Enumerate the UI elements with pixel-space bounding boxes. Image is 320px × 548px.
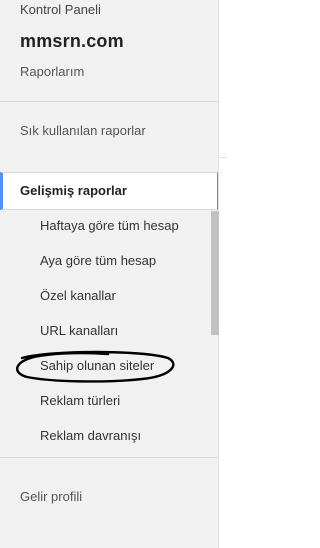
report-item-weekly-account[interactable]: Haftaya göre tüm hesap xyxy=(40,218,179,233)
report-item-ad-types[interactable]: Reklam türleri xyxy=(40,393,120,408)
content-divider xyxy=(219,157,227,158)
my-reports-link[interactable]: Raporlarım xyxy=(20,64,84,79)
report-item-ad-behavior[interactable]: Reklam davranışı xyxy=(40,428,141,443)
content-edge xyxy=(219,0,227,548)
frequent-reports-link[interactable]: Sık kullanılan raporlar xyxy=(20,123,146,138)
breadcrumb-dashboard[interactable]: Kontrol Paneli xyxy=(20,2,101,17)
report-item-monthly-account[interactable]: Aya göre tüm hesap xyxy=(40,253,156,268)
revenue-profile-link[interactable]: Gelir profili xyxy=(20,489,82,504)
app-root: Kontrol Paneli mmsrn.com Raporlarım Sık … xyxy=(0,0,227,548)
advanced-reports-title: Gelişmiş raporlar xyxy=(20,183,127,198)
report-item-url-channels[interactable]: URL kanalları xyxy=(40,323,118,338)
divider xyxy=(0,457,219,458)
divider xyxy=(0,101,219,102)
scrollbar-thumb[interactable] xyxy=(211,211,219,335)
report-item-custom-channels[interactable]: Özel kanallar xyxy=(40,288,116,303)
report-item-owned-sites[interactable]: Sahip olunan siteler xyxy=(40,358,154,373)
sidebar: Kontrol Paneli mmsrn.com Raporlarım Sık … xyxy=(0,0,219,548)
site-title: mmsrn.com xyxy=(20,31,124,51)
advanced-reports-header[interactable]: Gelişmiş raporlar xyxy=(0,172,218,210)
